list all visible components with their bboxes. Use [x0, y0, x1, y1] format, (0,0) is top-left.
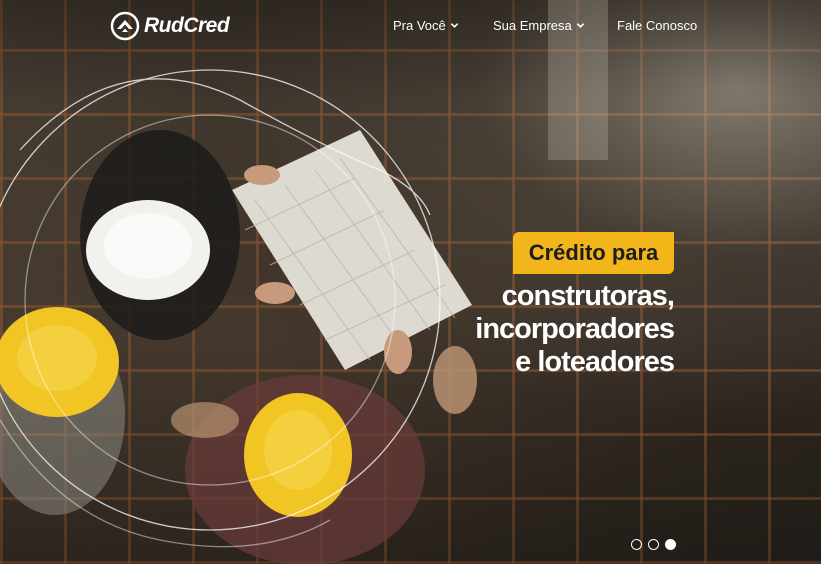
nav-item-fale-conosco[interactable]: Fale Conosco: [617, 18, 697, 33]
carousel-dots: [631, 539, 676, 550]
carousel-dot-2[interactable]: [648, 539, 659, 550]
top-navigation: RudCred Pra Você Sua Empresa Fale Conosc…: [0, 0, 821, 52]
hero-headline-line: e loteadores: [515, 346, 675, 378]
nav-menu: Pra Você Sua Empresa Fale Conosco: [0, 18, 821, 36]
carousel-dot-3[interactable]: [665, 539, 676, 550]
hero-headline: construtoras, incorporadores e loteadore…: [374, 280, 675, 379]
chevron-down-icon: [576, 23, 584, 28]
white-helmet: [86, 200, 210, 300]
hero-tag-label: Crédito para: [528, 240, 659, 265]
hero-headline-line: construtoras,: [501, 280, 675, 312]
nav-item-label: Pra Você: [393, 18, 446, 33]
yellow-helmet-bottom: [244, 393, 352, 517]
chevron-down-icon: [450, 23, 458, 28]
carousel-dot-1[interactable]: [631, 539, 642, 550]
nav-item-label: Sua Empresa: [493, 18, 572, 33]
nav-item-label: Fale Conosco: [617, 18, 698, 33]
nav-item-pra-voce[interactable]: Pra Você: [393, 18, 459, 33]
yellow-helmet-left: [0, 307, 119, 417]
hero-headline-line: incorporadores: [475, 313, 675, 345]
hero-tag: Crédito para: [513, 232, 674, 274]
nav-item-sua-empresa[interactable]: Sua Empresa: [493, 18, 585, 33]
